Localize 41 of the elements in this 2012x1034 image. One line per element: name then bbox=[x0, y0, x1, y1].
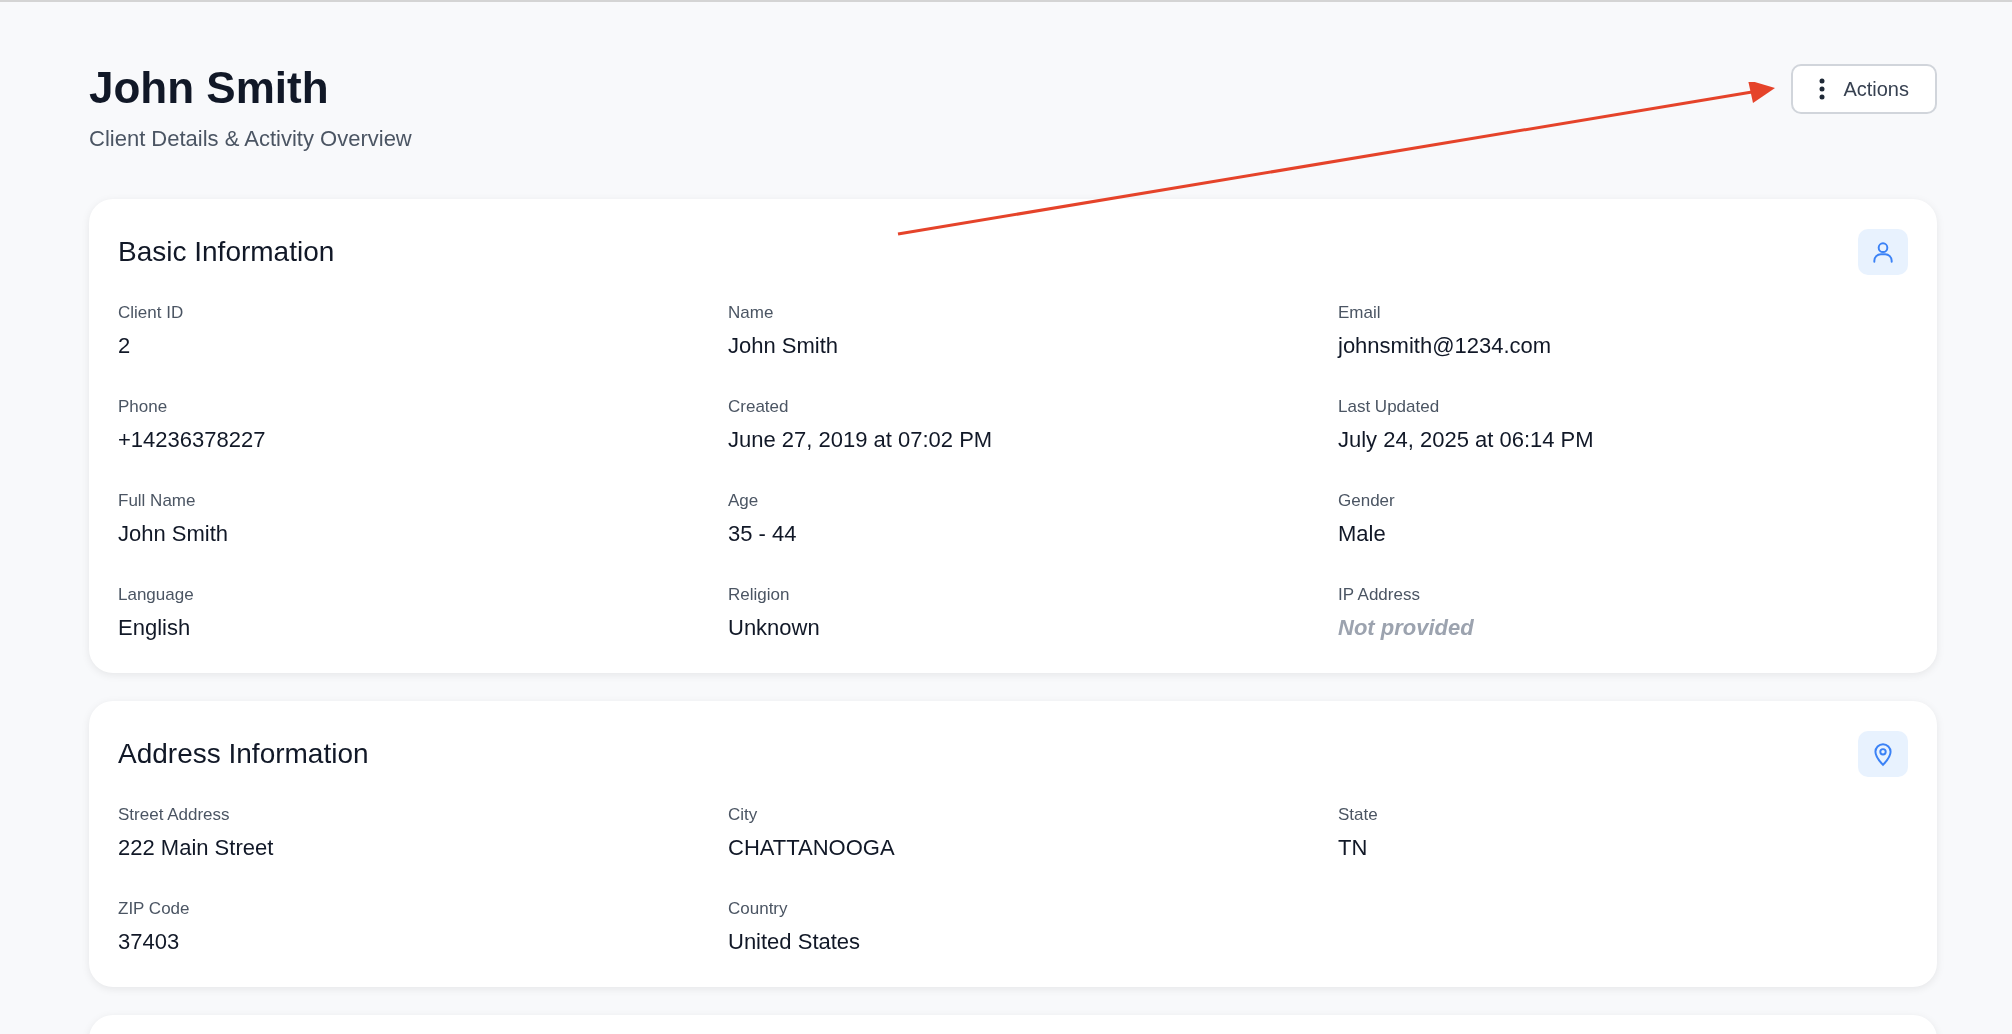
field-value: CHATTANOOGA bbox=[728, 834, 896, 862]
actions-button[interactable]: Actions bbox=[1791, 64, 1937, 114]
field-label: Client ID bbox=[118, 302, 185, 324]
field-value: 2 bbox=[118, 332, 132, 360]
field-value: 37403 bbox=[118, 928, 181, 956]
field-label: Gender bbox=[1338, 490, 1396, 512]
field-value: Not provided bbox=[1338, 614, 1475, 642]
field-value: +14236378227 bbox=[118, 426, 267, 454]
field-label: Phone bbox=[118, 396, 169, 418]
field-value: 222 Main Street bbox=[118, 834, 275, 862]
field-value: Unknown bbox=[728, 614, 821, 642]
field-label: Country bbox=[728, 898, 789, 920]
field-value: John Smith bbox=[728, 332, 840, 360]
field-label: Age bbox=[728, 490, 760, 512]
field-label: IP Address bbox=[1338, 584, 1421, 606]
field-label: State bbox=[1338, 804, 1379, 826]
field-value: John Smith bbox=[118, 520, 230, 548]
card-title: Basic Information bbox=[118, 235, 335, 269]
field-value: 35 - 44 bbox=[728, 520, 798, 548]
user-icon bbox=[1870, 239, 1896, 265]
page-subtitle: Client Details & Activity Overview bbox=[89, 125, 412, 153]
field-label: Street Address bbox=[118, 804, 231, 826]
card-title: Address Information bbox=[118, 737, 369, 771]
more-vertical-icon bbox=[1819, 78, 1826, 100]
field-label: Email bbox=[1338, 302, 1382, 324]
field-value: United States bbox=[728, 928, 862, 956]
page-title: John Smith bbox=[89, 62, 330, 114]
field-label: Language bbox=[118, 584, 195, 606]
field-value: July 24, 2025 at 06:14 PM bbox=[1338, 426, 1595, 454]
field-value: June 27, 2019 at 07:02 PM bbox=[728, 426, 994, 454]
field-label: Religion bbox=[728, 584, 791, 606]
field-label: Full Name bbox=[118, 490, 197, 512]
field-label: City bbox=[728, 804, 759, 826]
field-value: johnsmith@1234.com bbox=[1338, 332, 1553, 360]
field-label: Last Updated bbox=[1338, 396, 1441, 418]
field-label: Name bbox=[728, 302, 775, 324]
field-label: Created bbox=[728, 396, 790, 418]
field-value: Male bbox=[1338, 520, 1387, 548]
field-value: TN bbox=[1338, 834, 1369, 862]
field-label: ZIP Code bbox=[118, 898, 191, 920]
field-value: English bbox=[118, 614, 192, 642]
